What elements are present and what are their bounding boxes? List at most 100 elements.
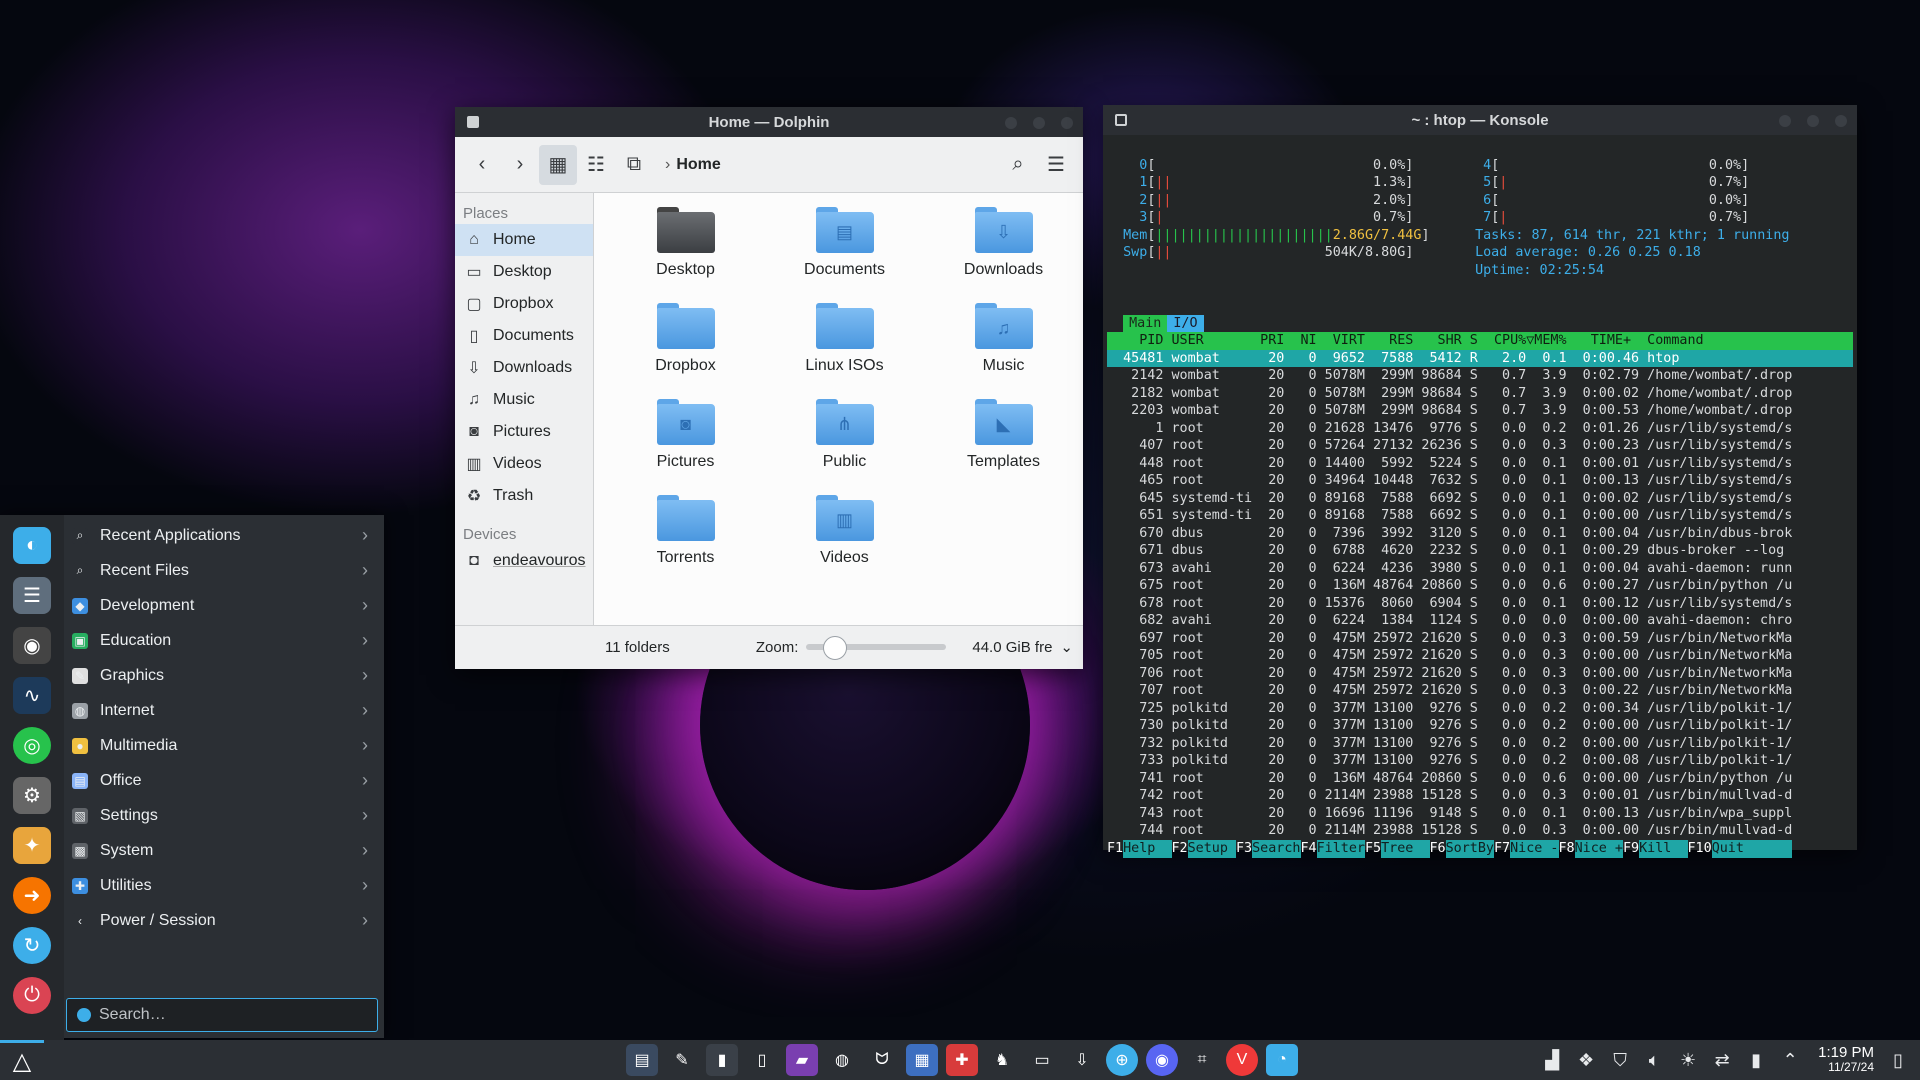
process-row[interactable]: 732 polkitd 20 0 377M 13100 9276 S 0.0 0… [1107,735,1853,753]
gnu-task-icon[interactable]: ♞ [986,1044,1018,1076]
process-row[interactable]: 706 root 20 0 475M 25972 21620 S 0.0 0.3… [1107,665,1853,683]
htop-tab-main[interactable]: Main [1123,314,1168,332]
process-table-header[interactable]: PID USER PRI NI VIRT RES SHR S CPU%▽MEM%… [1107,332,1853,350]
back-button[interactable]: ‹ [463,145,501,185]
network-task-icon[interactable]: ⊕ [1106,1044,1138,1076]
menu-category-development[interactable]: ◆ Development › [64,588,382,623]
menu-category-internet[interactable]: ◍ Internet › [64,693,382,728]
folder-desktop[interactable]: Desktop [606,207,765,303]
process-row[interactable]: 671 dbus 20 0 6788 4620 2232 S 0.0 0.1 0… [1107,542,1853,560]
forward-button[interactable]: › [501,145,539,185]
folder-dropbox[interactable]: Dropbox [606,303,765,399]
fkey-f3[interactable]: F3 [1236,840,1252,858]
fkey-f9[interactable]: F9 [1623,840,1639,858]
screenshot-task-icon[interactable]: ⌗ [1186,1044,1218,1076]
folder-videos[interactable]: ▥ Videos [765,495,924,591]
dolphin-window-icon[interactable] [467,116,479,128]
volume-icon[interactable]: 🔈︎ [1644,1050,1664,1071]
text-editor-task-icon[interactable]: ✎ [666,1044,698,1076]
digital-clock[interactable]: 1:19 PM 11/27/24 [1818,1045,1874,1075]
fkey-f1[interactable]: F1 [1107,840,1123,858]
discord-task-icon[interactable]: ◉ [1146,1044,1178,1076]
place-documents[interactable]: ▯ Documents [455,320,593,352]
menu-category-graphics[interactable]: ✎ Graphics › [64,658,382,693]
folder-linux-isos[interactable]: Linux ISOs [765,303,924,399]
htop-terminal[interactable]: 0[ 0.0%] 4[ 0.0%] 1[|| 1.3%] 5[| 0.7%] 2… [1103,135,1857,840]
peek-desktop-icon[interactable]: ▯ [1888,1050,1908,1071]
process-row[interactable]: 730 polkitd 20 0 377M 13100 9276 S 0.0 0… [1107,717,1853,735]
process-row[interactable]: 673 avahi 20 0 6224 4236 3980 S 0.0 0.1 … [1107,560,1853,578]
process-row[interactable]: 725 polkitd 20 0 377M 13100 9276 S 0.0 0… [1107,700,1853,718]
process-list[interactable]: 45481 wombat 20 0 9652 7588 5412 R 2.0 0… [1107,349,1853,840]
tray-expand-icon[interactable]: ⌃ [1780,1050,1800,1071]
menu-category-utilities[interactable]: ✚ Utilities › [64,868,382,903]
process-row-selected[interactable]: 45481 wombat 20 0 9652 7588 5412 R 2.0 0… [1107,349,1853,367]
process-row[interactable]: 744 root 20 0 2114M 23988 15128 S 0.0 0.… [1107,822,1853,840]
zoom-slider-handle[interactable] [823,636,848,660]
fkey-f5[interactable]: F5 [1365,840,1381,858]
dolphin-task-icon[interactable]: ▤ [626,1044,658,1076]
close-button[interactable] [1061,117,1073,129]
folder-documents[interactable]: ▤ Documents [765,207,924,303]
process-row[interactable]: 682 avahi 20 0 6224 1384 1124 S 0.0 0.0 … [1107,612,1853,630]
browser-task-icon[interactable]: ◔ [1266,1044,1298,1076]
process-row[interactable]: 678 root 20 0 15376 8060 6904 S 0.0 0.1 … [1107,595,1853,613]
dolphin-window[interactable]: Home — Dolphin ‹ › ▦ ☷ ⧉ › Home ⌕ ☰ Plac… [455,107,1083,669]
place-downloads[interactable]: ⇩ Downloads [455,352,593,384]
settings-toggle-icon[interactable]: ◐ [13,527,51,564]
menu-category-education[interactable]: ▣ Education › [64,623,382,658]
process-row[interactable]: 645 systemd-ti 20 0 89168 7588 6692 S 0.… [1107,490,1853,508]
split-view-button[interactable]: ⧉ [615,145,653,185]
process-row[interactable]: 2203 wombat 20 0 5078M 299M 98684 S 0.7 … [1107,402,1853,420]
vivaldi-task-icon[interactable]: V [1226,1044,1258,1076]
system-monitor-icon[interactable]: ∿ [13,677,51,714]
endeavouros-launcher-icon[interactable]: △ [0,1040,44,1080]
process-row[interactable]: 448 root 20 0 14400 5992 5224 S 0.0 0.1 … [1107,455,1853,473]
process-row[interactable]: 670 dbus 20 0 7396 3992 3120 S 0.0 0.1 0… [1107,525,1853,543]
power-icon[interactable]: ⏻ [13,977,51,1014]
fkey-f7[interactable]: F7 [1494,840,1510,858]
place-dropbox[interactable]: ▢ Dropbox [455,288,593,320]
fkey-label[interactable]: SortBy [1445,839,1494,858]
process-row[interactable]: 2142 wombat 20 0 5078M 299M 98684 S 0.7 … [1107,367,1853,385]
clipboard-icon[interactable]: ▟ [1542,1050,1562,1071]
place-videos[interactable]: ▥ Videos [455,448,593,480]
details-view-button[interactable]: ☷ [577,145,615,185]
folder-torrents[interactable]: Torrents [606,495,765,591]
fkey-f6[interactable]: F6 [1430,840,1446,858]
breadcrumb-home[interactable]: Home [676,156,720,174]
package-icon[interactable]: ⚙ [13,777,51,814]
icons-view-button[interactable]: ▦ [539,144,577,185]
folder-music[interactable]: ♫ Music [924,303,1083,399]
minimize-button[interactable] [1005,117,1017,129]
close-button[interactable] [1835,115,1847,127]
discover-icon[interactable]: ✦ [13,827,51,864]
process-row[interactable]: 651 systemd-ti 20 0 89168 7588 6692 S 0.… [1107,507,1853,525]
place-music[interactable]: ♫ Music [455,384,593,416]
chevron-down-icon[interactable]: ⌄ [1060,638,1073,656]
calculator-task-icon[interactable]: ▦ [906,1044,938,1076]
process-row[interactable]: 733 polkitd 20 0 377M 13100 9276 S 0.0 0… [1107,752,1853,770]
fkey-label[interactable]: Nice + [1574,839,1623,858]
menu-category-settings[interactable]: ▧ Settings › [64,798,382,833]
folder-public[interactable]: ⋔ Public [765,399,924,495]
fkey-label[interactable]: Kill [1639,839,1688,858]
fkey-label[interactable]: Filter [1316,839,1365,858]
search-button[interactable]: ⌕ [999,145,1037,185]
minimize-button[interactable] [1779,115,1791,127]
fkey-label[interactable]: Tree [1381,839,1430,858]
system-settings-icon[interactable]: ☰ [13,577,51,614]
process-row[interactable]: 2182 wombat 20 0 5078M 299M 98684 S 0.7 … [1107,385,1853,403]
konsole-window[interactable]: ~ : htop — Konsole 0[ 0.0%] 4[ 0.0%] 1[|… [1103,105,1857,858]
menu-category-recent-files[interactable]: ⌕ Recent Files › [64,553,382,588]
fkey-f4[interactable]: F4 [1301,840,1317,858]
process-row[interactable]: 741 root 20 0 136M 48764 20860 S 0.0 0.6… [1107,770,1853,788]
konsole-titlebar[interactable]: ~ : htop — Konsole [1103,105,1857,135]
process-row[interactable]: 1 root 20 0 21628 13476 9776 S 0.0 0.2 0… [1107,420,1853,438]
folder-pictures[interactable]: ◙ Pictures [606,399,765,495]
device-endeavouros[interactable]: ◘ endeavouros [455,545,593,577]
menu-category-recent-applications[interactable]: ⌕ Recent Applications › [64,518,382,553]
dropbox-tray-icon[interactable]: ❖ [1576,1050,1596,1071]
document-viewer-task-icon[interactable]: ▯ [746,1044,778,1076]
fkey-label[interactable]: Setup [1187,839,1236,858]
